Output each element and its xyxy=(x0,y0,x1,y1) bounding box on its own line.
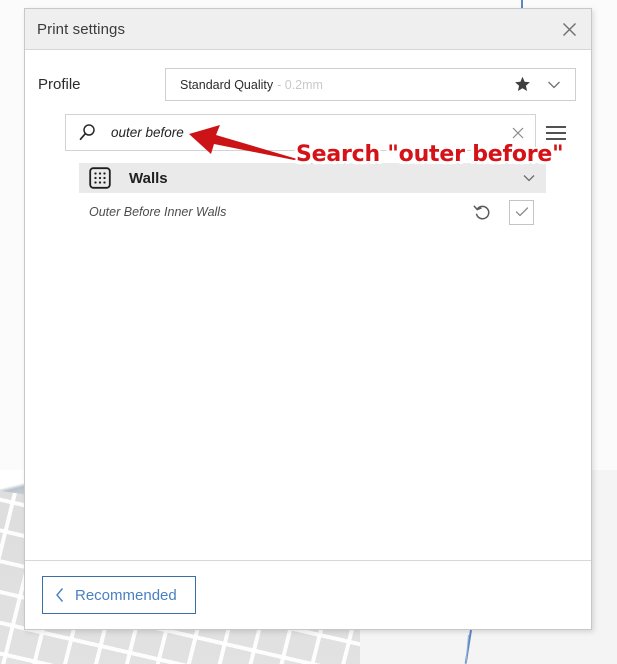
panel-titlebar: Print settings xyxy=(25,9,591,50)
settings-visibility-menu-button[interactable] xyxy=(536,114,576,151)
blue-marker-line-bottom-secondary xyxy=(465,634,469,664)
search-icon xyxy=(78,123,97,142)
chevron-left-icon xyxy=(55,587,65,603)
walls-grid-icon xyxy=(89,167,111,189)
page-title: Print settings xyxy=(37,20,126,38)
clear-search-button[interactable] xyxy=(505,120,531,146)
setting-checkbox[interactable] xyxy=(509,199,534,225)
revert-arrow-glyph xyxy=(473,205,489,220)
search-row xyxy=(25,101,591,151)
category-label: Walls xyxy=(129,169,168,187)
revert-arrow-icon[interactable] xyxy=(469,199,495,225)
recommended-label: Recommended xyxy=(75,586,177,604)
search-field[interactable] xyxy=(65,114,536,151)
star-icon[interactable] xyxy=(514,76,531,93)
settings-list: Walls Outer Before Inner Walls xyxy=(25,163,591,231)
star-glyph xyxy=(515,76,530,91)
profile-variant: - 0.2mm xyxy=(277,77,323,92)
chevron-down-icon[interactable] xyxy=(547,80,561,90)
check-icon xyxy=(515,207,528,217)
recommended-button[interactable]: Recommended xyxy=(42,576,196,614)
walls-grid-glyph xyxy=(89,167,111,189)
panel-body: Profile Standard Quality - 0.2mm outer b… xyxy=(25,50,591,560)
setting-label: Outer Before Inner Walls xyxy=(89,205,227,219)
hamburger-menu-icon xyxy=(546,125,566,140)
profile-row: Profile Standard Quality - 0.2mm xyxy=(25,50,591,101)
magnifier-glyph xyxy=(79,124,95,141)
chevron-down-glyph xyxy=(548,81,560,88)
chevron-down-glyph xyxy=(523,175,535,182)
chevron-down-icon[interactable] xyxy=(522,173,536,183)
profile-name: Standard Quality xyxy=(180,77,274,92)
search-input[interactable] xyxy=(111,125,505,140)
close-icon xyxy=(512,127,524,138)
setting-row-outer-before-inner-walls: Outer Before Inner Walls xyxy=(79,193,546,231)
close-button[interactable] xyxy=(555,15,583,43)
panel-footer: Recommended xyxy=(25,560,591,629)
close-icon xyxy=(562,22,576,36)
print-settings-panel: Print settings Profile Standard Quality … xyxy=(24,8,592,630)
profile-label: Profile xyxy=(38,76,81,93)
profile-select[interactable]: Standard Quality - 0.2mm xyxy=(165,68,576,101)
chevron-left-glyph xyxy=(56,588,64,602)
settings-category-walls[interactable]: Walls xyxy=(79,163,546,193)
